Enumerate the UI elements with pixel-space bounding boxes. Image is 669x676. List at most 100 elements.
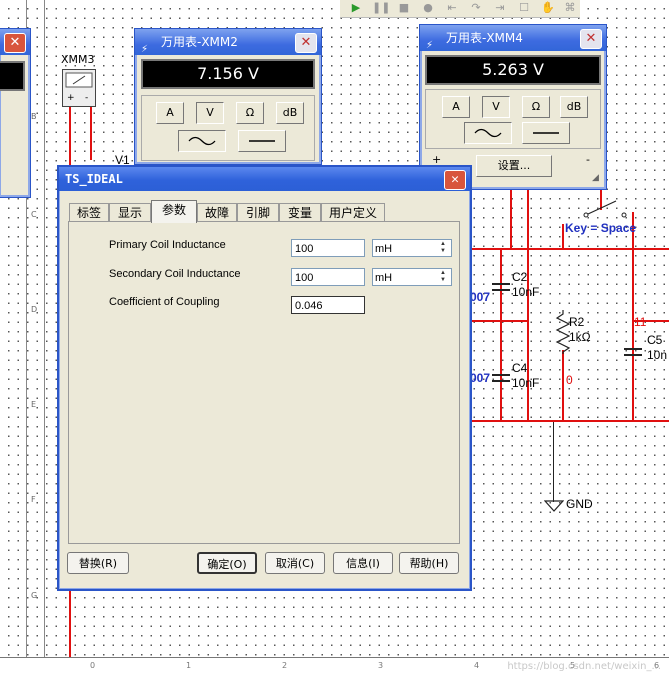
tab-display[interactable]: 显示	[109, 203, 151, 222]
ohmmeter-button[interactable]: Ω	[236, 102, 264, 124]
record-icon[interactable]: ●	[420, 1, 436, 15]
tab-label[interactable]: 标签	[69, 203, 109, 222]
voltmeter-button[interactable]: V	[196, 102, 224, 124]
meter-titlebar: ⚡ 万用表-XMM4 ✕	[420, 25, 606, 51]
ac-mode-button[interactable]	[464, 122, 512, 144]
ruler-letter: F	[31, 495, 36, 504]
wire	[562, 224, 564, 250]
meter-display	[0, 61, 25, 91]
capacitor-plate	[624, 348, 642, 350]
coupling-coefficient-input[interactable]: 0.046	[291, 296, 365, 314]
component-value-r2: 1kΩ	[569, 330, 591, 344]
replace-button[interactable]: 替换(R)	[67, 552, 129, 574]
ohmmeter-button[interactable]: Ω	[522, 96, 550, 118]
meter-controls: A V Ω dB	[141, 95, 315, 161]
dialog-title: TS_IDEAL	[65, 172, 123, 186]
bottom-ruler: 0 1 2 3 4 5 6 https://blog.csdn.net/weix…	[0, 657, 669, 676]
capacitor-plate	[624, 354, 642, 356]
component-properties-dialog: TS_IDEAL ✕ 标签 显示 参数 故障 引脚 变量 用户定义 Primar…	[57, 165, 472, 591]
ruler-number: 0	[90, 661, 96, 670]
tab-parameters[interactable]: 参数	[151, 200, 197, 223]
ruler-letter: C	[31, 210, 37, 219]
spinner-arrows-icon[interactable]: ▲ ▼	[436, 241, 450, 255]
ac-wave-icon	[474, 128, 502, 138]
dialog-titlebar: TS_IDEAL ✕	[59, 167, 470, 191]
secondary-inductance-unit-select[interactable]: mH ▲ ▼	[372, 268, 452, 286]
close-icon[interactable]: ✕	[295, 33, 317, 53]
decibel-button[interactable]: dB	[560, 96, 588, 118]
wire	[553, 422, 554, 502]
tab-pins[interactable]: 引脚	[237, 203, 279, 222]
sheet-border-inner	[44, 0, 45, 662]
hand-icon[interactable]: ✋	[540, 1, 556, 15]
ok-button[interactable]: 确定(O)	[197, 552, 257, 574]
component-label-xmm3: XMM3	[61, 53, 95, 66]
component-value-c4: 10nF	[512, 376, 540, 390]
capacitor-plate	[492, 289, 510, 291]
dc-mode-button[interactable]	[522, 122, 570, 144]
breakpoint-icon[interactable]: ☐	[516, 1, 532, 15]
meter-window-xmm2[interactable]: ⚡ 万用表-XMM2 ✕ 7.156 V A V Ω dB	[134, 28, 322, 165]
close-icon[interactable]: ✕	[444, 170, 466, 190]
meter-reading: 7.156 V	[141, 59, 315, 89]
capacitor-plate	[492, 380, 510, 382]
settings-button[interactable]: 设置...	[476, 155, 552, 177]
step-over-icon[interactable]: ↷	[468, 1, 484, 15]
resize-grip-icon[interactable]: ◢	[592, 173, 602, 183]
component-label-c2: C2	[512, 270, 528, 284]
cancel-button[interactable]: 取消(C)	[265, 552, 325, 574]
component-value-c2: 10nF	[512, 285, 540, 299]
ruler-letter: E	[31, 400, 37, 409]
help-button[interactable]: 帮助(H)	[399, 552, 459, 574]
stop-icon[interactable]: ■	[396, 1, 412, 15]
close-icon[interactable]: ✕	[580, 29, 602, 49]
pause-icon[interactable]: ❚❚	[372, 1, 390, 15]
dc-mode-button[interactable]	[238, 130, 286, 152]
param-label-coupling-coefficient: Coefficient of Coupling	[109, 296, 220, 308]
unit-value: mH	[375, 243, 393, 255]
net-label: 0	[566, 373, 573, 387]
meter-title: 万用表-XMM4	[446, 31, 523, 45]
secondary-inductance-input[interactable]: 100	[291, 268, 365, 286]
wire	[562, 350, 564, 422]
simulation-toolbar: ▶ ❚❚ ■ ● ⇤ ↷ ⇥ ☐ ✋ ⌘	[340, 0, 580, 18]
close-icon[interactable]: ✕	[4, 33, 26, 53]
wire	[468, 320, 528, 322]
decibel-button[interactable]: dB	[276, 102, 304, 124]
component-value-c5: 10n	[647, 348, 668, 362]
step-out-icon[interactable]: ⇥	[492, 1, 508, 15]
param-label-primary-inductance: Primary Coil Inductance	[109, 239, 226, 251]
primary-inductance-unit-select[interactable]: mH ▲ ▼	[372, 239, 452, 257]
ammeter-button[interactable]: A	[442, 96, 470, 118]
watermark: https://blog.csdn.net/weixin_...	[507, 661, 661, 672]
tab-variants[interactable]: 变量	[279, 203, 321, 222]
voltmeter-button[interactable]: V	[482, 96, 510, 118]
ruler-number: 1	[186, 661, 192, 670]
net-label: 007	[470, 290, 491, 304]
parameters-panel: Primary Coil Inductance 100 mH ▲ ▼ Second…	[68, 221, 460, 544]
spinner-arrows-icon[interactable]: ▲ ▼	[436, 270, 450, 284]
multimeter-xmm3-icon[interactable]: + -	[62, 69, 96, 107]
net-label: 007	[470, 371, 491, 385]
play-icon[interactable]: ▶	[348, 1, 364, 15]
param-label-secondary-inductance: Secondary Coil Inductance	[109, 268, 241, 280]
ruler-number: 3	[378, 661, 384, 670]
switch-key-label: Key = Space	[565, 221, 637, 235]
capacitor-plate	[492, 374, 510, 376]
probe-icon[interactable]: ⌘	[562, 1, 578, 15]
ac-wave-icon	[188, 136, 216, 146]
info-button[interactable]: 信息(I)	[333, 552, 393, 574]
tab-fault[interactable]: 故障	[197, 203, 237, 222]
component-label-c5: C5	[647, 333, 663, 347]
svg-text:-: -	[85, 93, 88, 103]
ammeter-button[interactable]: A	[156, 102, 184, 124]
meter-titlebar: ✕	[0, 29, 30, 55]
ac-mode-button[interactable]	[178, 130, 226, 152]
ruler-letter: G	[31, 591, 38, 600]
primary-inductance-input[interactable]: 100	[291, 239, 365, 257]
component-label-r2: R2	[569, 315, 585, 329]
meter-controls: A V Ω dB	[425, 89, 601, 149]
svg-text:+: +	[67, 93, 75, 103]
tab-user-fields[interactable]: 用户定义	[321, 203, 385, 222]
step-icon[interactable]: ⇤	[444, 1, 460, 15]
